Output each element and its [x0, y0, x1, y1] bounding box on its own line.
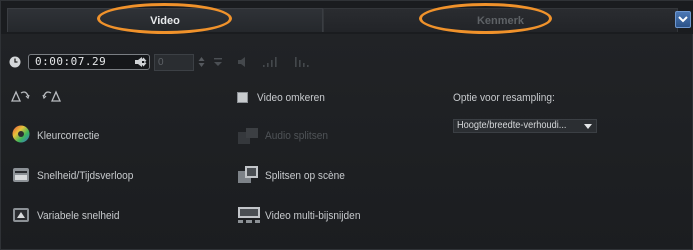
tab-kenmerk[interactable]: Kenmerk: [323, 8, 678, 32]
rotate-left-icon[interactable]: [10, 89, 30, 103]
variable-speed-icon: [13, 208, 29, 222]
audio-split-icon: [238, 128, 258, 144]
splitsen-op-scene-button[interactable]: Splitsen op scène: [265, 169, 345, 183]
video-omkeren-checkbox[interactable]: [237, 92, 248, 103]
kleurcorrectie-button[interactable]: Kleurcorrectie: [37, 129, 99, 143]
tab-video[interactable]: Video: [7, 8, 323, 32]
resampling-select[interactable]: Hoogte/breedte-verhoudi...: [453, 119, 597, 133]
rotate-right-icon[interactable]: [42, 89, 62, 103]
timecode-field[interactable]: 0:00:07.29: [28, 54, 150, 70]
multi-trim-icon: [238, 207, 260, 223]
clock-icon: [9, 56, 21, 68]
fade-in-icon[interactable]: [262, 56, 278, 68]
resampling-select-value: Hoogte/breedte-verhoudi...: [457, 120, 567, 131]
volume-dropdown-icon[interactable]: [213, 56, 223, 68]
dropdown-arrow-icon: [584, 124, 592, 129]
fade-out-icon[interactable]: [294, 56, 310, 68]
resampling-label: Optie voor resampling:: [453, 92, 555, 104]
volume-icon: [135, 57, 146, 67]
speed-icon: [13, 168, 29, 182]
timecode-value: 0:00:07.29: [35, 55, 107, 68]
scene-split-icon: [238, 166, 258, 183]
collapse-button[interactable]: [675, 11, 691, 28]
video-options-panel: Video Kenmerk 0:00:07.29 0 Kleurcorrecti…: [0, 0, 693, 250]
color-wheel-icon: [12, 125, 30, 143]
volume-spin-icon[interactable]: [198, 55, 205, 69]
variabele-snelheid-button[interactable]: Variabele snelheid: [37, 209, 120, 223]
video-multi-bijsnijden-button[interactable]: Video multi-bijsnijden: [265, 209, 360, 223]
tab-bar: Video Kenmerk: [1, 1, 693, 34]
volume-input[interactable]: 0: [154, 54, 194, 71]
audio-splitsen-button[interactable]: Audio splitsen: [265, 129, 328, 143]
mute-icon[interactable]: [237, 56, 249, 68]
video-omkeren-label: Video omkeren: [257, 92, 325, 104]
chevron-down-icon: [678, 16, 688, 23]
snelheid-tijdsverloop-button[interactable]: Snelheid/Tijdsverloop: [37, 169, 133, 183]
